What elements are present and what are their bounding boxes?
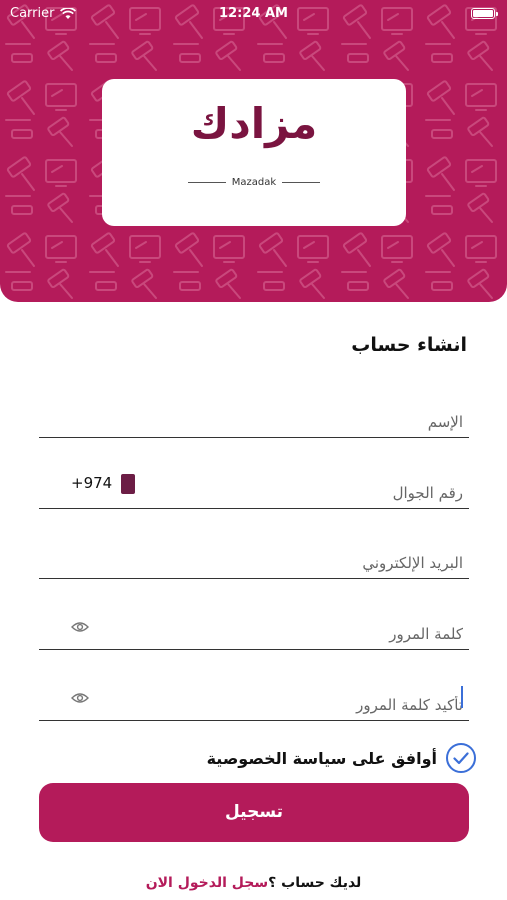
logo-divider-right	[282, 182, 321, 183]
email-field[interactable]	[39, 529, 469, 579]
page-title: انشاء حساب	[351, 334, 467, 356]
flag-icon[interactable]	[121, 474, 135, 494]
confirm-password-input[interactable]	[79, 696, 463, 714]
confirm-password-field[interactable]	[39, 671, 469, 721]
login-link[interactable]: سجل الدخول الان	[146, 875, 268, 891]
logo-arabic: مزادك	[190, 99, 318, 148]
login-prompt: لديك حساب ؟سجل الدخول الان	[0, 875, 507, 891]
name-input[interactable]	[45, 413, 463, 431]
privacy-agree-label: أوافق على سياسة الخصوصية	[206, 748, 437, 768]
privacy-agree-row[interactable]: أوافق على سياسة الخصوصية	[207, 742, 477, 774]
name-field[interactable]	[39, 388, 469, 438]
check-circle-icon[interactable]	[445, 742, 477, 774]
text-caret	[461, 686, 463, 708]
logo-divider-left	[187, 182, 226, 183]
password-input[interactable]	[79, 625, 463, 643]
phone-field[interactable]: +974	[39, 459, 469, 509]
status-time: 12:24 AM	[219, 6, 288, 21]
phone-country-code[interactable]: +974	[71, 474, 112, 492]
login-question: لديك حساب ؟	[268, 875, 362, 891]
email-input[interactable]	[45, 554, 463, 572]
logo-subtitle: Mazadak	[102, 177, 406, 188]
header-banner: مزادك Mazadak	[0, 0, 507, 302]
status-bar: Carrier 12:24 AM	[0, 0, 507, 28]
password-field[interactable]	[39, 600, 469, 650]
logo-card: مزادك Mazadak	[102, 79, 406, 226]
phone-input[interactable]	[149, 484, 463, 502]
register-button[interactable]: تسجيل	[39, 783, 469, 842]
battery-icon	[471, 8, 498, 19]
logo-latin: Mazadak	[231, 177, 277, 188]
